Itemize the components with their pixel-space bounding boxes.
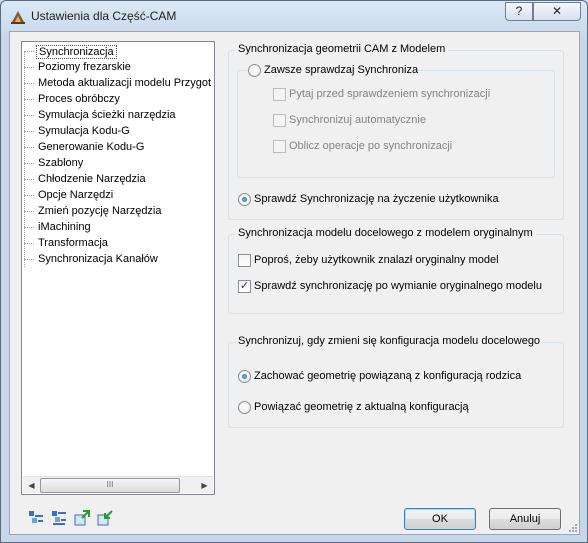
tree-item-label: Synchronizacja: [36, 45, 117, 59]
group-geometry-sync-title: Synchronizacja geometrii CAM z Modelem: [235, 43, 449, 55]
tree-connector: [24, 163, 34, 164]
import-icon[interactable]: [97, 510, 113, 526]
scroll-left-arrow-icon[interactable]: ◀: [23, 477, 40, 494]
link-geometry-radio[interactable]: [238, 401, 251, 414]
always-sync-subgroup: Zawsze sprawdzaj Synchroniza Pytaj przed…: [237, 63, 555, 178]
tree-connector: [24, 179, 34, 180]
group-model-sync: Synchronizacja modelu docelowego z model…: [228, 227, 564, 314]
tree-collapse-icon[interactable]: [28, 510, 44, 526]
tree-connector: [24, 195, 34, 196]
group-config-sync: Synchronizuj, gdy zmieni się konfiguracj…: [228, 335, 564, 428]
tree-expand-icon[interactable]: [51, 510, 67, 526]
group-model-sync-title: Synchronizacja modelu docelowego z model…: [235, 227, 536, 239]
tree-connector: [24, 259, 34, 260]
tree-item-label: Metoda aktualizacji modelu Przygot: [38, 77, 212, 89]
tree-connector: [24, 52, 25, 267]
tree-item-label: Poziomy frezarskie: [38, 61, 131, 73]
ask-before-check-label: Pytaj przed sprawdzeniem synchronizacji: [289, 88, 491, 100]
ask-before-check-checkbox: [273, 88, 286, 101]
app-icon: [11, 11, 25, 24]
tree-item-label: Szablony: [38, 157, 84, 169]
group-config-sync-title: Synchronizuj, gdy zmieni się konfiguracj…: [235, 335, 544, 347]
window-title: Ustawienia dla Część-CAM: [31, 9, 177, 23]
resize-grip-icon[interactable]: [568, 523, 578, 533]
always-sync-option[interactable]: Zawsze sprawdzaj Synchroniza: [248, 63, 418, 79]
always-sync-radio[interactable]: [248, 64, 261, 77]
tree-item-label: Generowanie Kodu-G: [38, 141, 145, 153]
tree-connector: [24, 131, 34, 132]
cancel-button[interactable]: Anuluj: [489, 508, 561, 530]
scroll-thumb[interactable]: III: [40, 478, 180, 493]
tree-item-label: Transformacja: [38, 237, 108, 249]
tree-item-label: Proces obróbczy: [38, 93, 120, 105]
sync-auto-checkbox: [273, 114, 286, 127]
dialog-window: Ustawienia dla Część-CAM ? ✕ Synchroniza…: [0, 0, 588, 543]
tree-item-label: iMachining: [38, 221, 91, 233]
tree-item-label: Chłodzenie Narzędzia: [38, 173, 146, 185]
tree-item-label: Opcje Narzędzi: [38, 189, 114, 201]
always-sync-label: Zawsze sprawdzaj Synchroniza: [264, 64, 419, 76]
tree-connector: [24, 51, 34, 52]
dialog-client: Synchronizacja Poziomy frezarskie Metoda a…: [9, 31, 580, 535]
tree-connector: [24, 99, 34, 100]
tree-item-label: Symulacja Kodu-G: [38, 125, 130, 137]
close-button[interactable]: ✕: [533, 2, 581, 21]
tree-connector: [24, 227, 34, 228]
check-after-replace-checkbox[interactable]: ✓: [238, 280, 251, 293]
tree-item-label: Synchronizacja Kanałów: [38, 253, 158, 265]
scroll-right-arrow-icon[interactable]: ▶: [196, 477, 213, 494]
check-after-replace-label: Sprawdź synchronizację po wymianie orygi…: [254, 280, 542, 292]
link-geometry-label: Powiązać geometrię z aktualną konfigurac…: [254, 401, 469, 413]
keep-geometry-label: Zachować geometrię powiązaną z konfigura…: [254, 370, 522, 382]
tree-connector: [24, 147, 34, 148]
tree-connector: [24, 67, 34, 68]
export-icon[interactable]: [74, 510, 90, 526]
tree-item-label: Zmień pozycję Narzędzia: [38, 205, 162, 217]
sync-on-demand-label: Sprawdź Synchronizację na życzenie użytk…: [254, 193, 499, 205]
keep-geometry-radio[interactable]: [238, 370, 251, 383]
tree-connector: [24, 115, 34, 116]
ok-button[interactable]: OK: [404, 508, 476, 530]
calc-operations-checkbox: [273, 140, 286, 153]
sync-auto-label: Synchronizuj automatycznie: [289, 114, 426, 126]
horizontal-scrollbar[interactable]: ◀ III ▶: [23, 476, 213, 493]
sync-on-demand-radio[interactable]: [238, 193, 251, 206]
ask-user-label: Poproś, żeby użytkownik znalazł oryginal…: [254, 254, 499, 266]
help-button[interactable]: ?: [505, 2, 533, 21]
tree-item-label: Symulacja ścieżki narzędzia: [38, 109, 176, 121]
calc-operations-label: Oblicz operacje po synchronizacji: [289, 140, 453, 152]
tree-connector: [24, 83, 34, 84]
tree-connector: [24, 211, 34, 212]
category-tree[interactable]: Synchronizacja Poziomy frezarskie Metoda a…: [21, 41, 215, 495]
group-geometry-sync: Synchronizacja geometrii CAM z Modelem Z…: [228, 43, 564, 220]
title-bar[interactable]: Ustawienia dla Część-CAM ? ✕: [1, 1, 587, 31]
tree-connector: [24, 243, 34, 244]
ask-user-checkbox[interactable]: [238, 254, 251, 267]
